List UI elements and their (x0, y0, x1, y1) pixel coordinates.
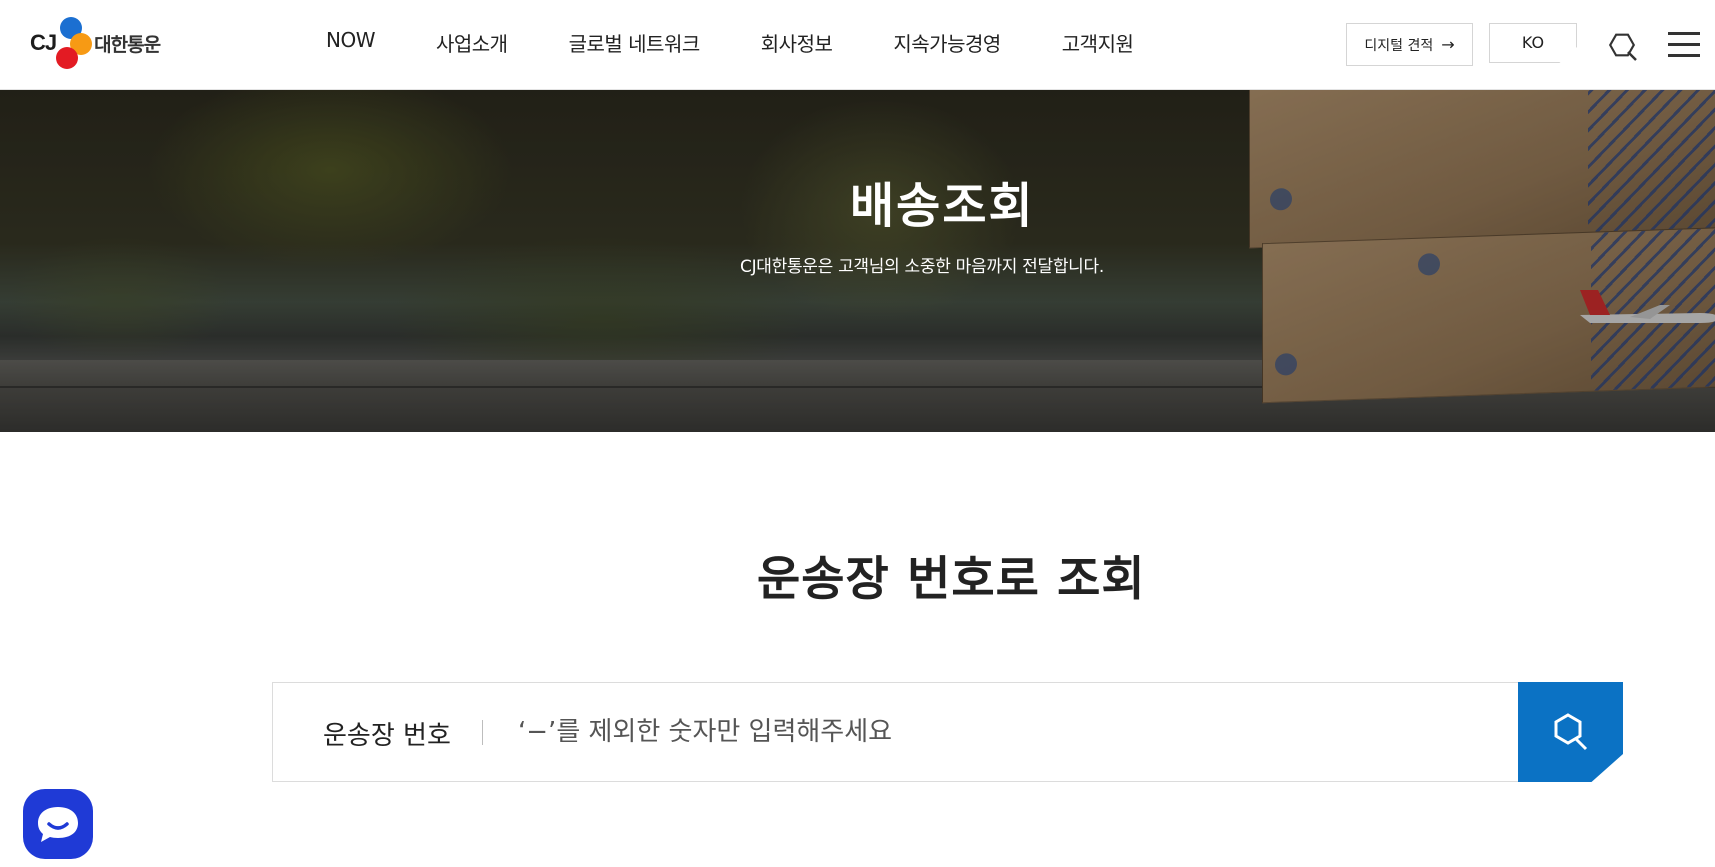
tracking-field-label: 운송장 번호 (323, 721, 451, 751)
logo-mark: CJ (30, 30, 57, 55)
logo-petals-icon (50, 15, 93, 71)
tracking-search-button[interactable] (1518, 682, 1623, 782)
site-header: CJ 대한통운 NOW 사업소개 글로벌 네트워크 회사정보 지속가능경영 고객… (0, 0, 1715, 90)
language-label: KO (1521, 33, 1545, 52)
logo-name: 대한통운 (94, 33, 161, 56)
cj-logo[interactable]: CJ 대한통운 (30, 12, 190, 74)
nav-item-business[interactable]: 사업소개 (436, 28, 508, 57)
arrow-right-icon: → (1441, 35, 1455, 54)
nav-item-customer-support[interactable]: 고객지원 (1062, 28, 1134, 57)
digital-estimate-button[interactable]: 디지털 견적 → (1346, 23, 1473, 66)
tracking-number-input[interactable] (518, 707, 1418, 757)
tracking-section-title: 운송장 번호로 조회 (757, 552, 1146, 607)
digital-estimate-label: 디지털 견적 (1364, 37, 1434, 54)
search-icon (1554, 713, 1587, 751)
field-divider (482, 720, 483, 745)
hero-banner: 배송조회 CJ대한통운은 고객님의 소중한 마음까지 전달합니다. (0, 90, 1715, 432)
search-icon[interactable] (1605, 28, 1639, 62)
nav-item-sustainability[interactable]: 지속가능경영 (893, 28, 1001, 57)
nav-item-company[interactable]: 회사정보 (761, 28, 833, 57)
hamburger-menu-icon[interactable] (1668, 32, 1700, 58)
page-title: 배송조회 (850, 178, 1035, 234)
nav-item-now[interactable]: NOW (326, 28, 375, 57)
main-nav: NOW 사업소개 글로벌 네트워크 회사정보 지속가능경영 고객지원 (326, 28, 1194, 57)
chatbot-button[interactable] (23, 789, 93, 859)
nav-item-global-network[interactable]: 글로벌 네트워크 (569, 28, 701, 57)
page-subtitle: CJ대한통운은 고객님의 소중한 마음까지 전달합니다. (740, 257, 1104, 277)
tracking-search-form: 운송장 번호 (272, 682, 1519, 782)
chat-bubble-icon (38, 807, 78, 842)
language-selector[interactable]: KO (1489, 23, 1577, 63)
